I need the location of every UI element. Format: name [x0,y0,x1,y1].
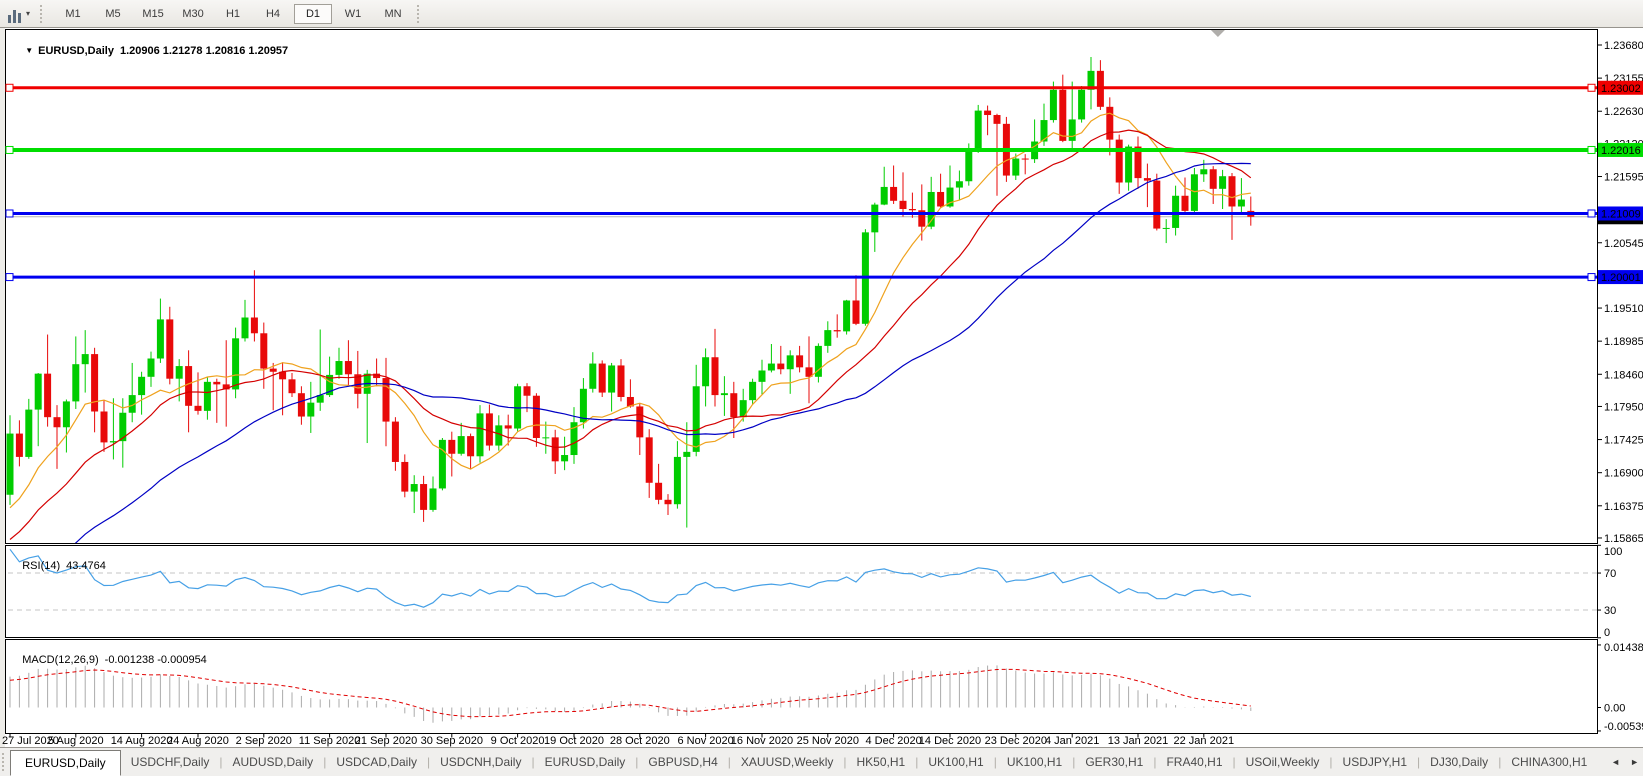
svg-text:1.17425: 1.17425 [1604,435,1643,447]
svg-text:5 Aug 2020: 5 Aug 2020 [48,735,104,747]
svg-text:1.15865: 1.15865 [1604,533,1643,545]
main-chart-panel [6,30,1598,544]
svg-text:1.18985: 1.18985 [1604,336,1643,348]
hline-price-label-1.23002: 1.23002 [1598,81,1643,95]
svg-text:28 Oct 2020: 28 Oct 2020 [610,735,670,747]
hline-handle-left[interactable] [6,146,13,153]
svg-text:30 Sep 2020: 30 Sep 2020 [421,735,483,747]
macd-indicator-label: MACD(12,26,9) -0.001238 -0.000954 [10,642,207,678]
svg-text:1.20001: 1.20001 [1601,272,1641,284]
hline-handle-right[interactable] [1588,84,1595,91]
chart-title: ▼ EURUSD,Daily 1.20906 1.21278 1.20816 1.2… [13,33,288,69]
tabbar-grip [2,753,10,771]
rsi-name: RSI(14) [22,560,60,572]
svg-text:19 Oct 2020: 19 Oct 2020 [544,735,604,747]
svg-text:1.20545: 1.20545 [1604,238,1643,250]
chart-tab-USDCAD-Daily[interactable]: USDCAD,Daily [326,750,427,774]
svg-text:11 Sep 2020: 11 Sep 2020 [299,735,361,747]
svg-text:1.21009: 1.21009 [1601,208,1641,220]
rsi-value: 43.4764 [66,560,106,572]
chart-tab-FRA40-H1[interactable]: FRA40,H1 [1156,750,1232,774]
svg-text:-0.005396: -0.005396 [1604,721,1643,733]
hline-price-label-1.21009: 1.21009 [1598,206,1643,220]
svg-text:6 Nov 2020: 6 Nov 2020 [677,735,733,747]
tab-scroll-left-icon[interactable]: ◄ [1611,757,1620,767]
chart-menu-triangle-icon[interactable]: ▼ [25,46,33,55]
svg-text:1.18460: 1.18460 [1604,369,1643,381]
window-left-edge [0,28,5,747]
chart-tab-GER30-H1[interactable]: GER30,H1 [1075,750,1153,774]
svg-text:1.23680: 1.23680 [1604,40,1643,52]
chart-tab-EURUSD-Daily[interactable]: EURUSD,Daily [10,750,121,776]
rsi-indicator-label: RSI(14) 43.4764 [10,548,106,584]
svg-text:13 Jan 2021: 13 Jan 2021 [1108,735,1169,747]
hline-handle-right[interactable] [1588,210,1595,217]
hline-handle-left[interactable] [6,210,13,217]
hline-handle-left[interactable] [6,274,13,281]
svg-text:24 Aug 2020: 24 Aug 2020 [167,735,229,747]
chart-tab-EURUSD-Daily[interactable]: EURUSD,Daily [535,750,636,774]
svg-text:0: 0 [1604,627,1610,639]
chart-symbol-label: EURUSD,Daily [38,45,114,57]
chart-tab-USDCHF-Daily[interactable]: USDCHF,Daily [121,750,220,774]
svg-text:1.22016: 1.22016 [1601,145,1641,157]
hline-handle-right[interactable] [1588,274,1595,281]
svg-text:1.16375: 1.16375 [1604,501,1643,513]
svg-text:4 Jan 2021: 4 Jan 2021 [1045,735,1099,747]
chart-tab-HK50-H1[interactable]: HK50,H1 [846,750,915,774]
svg-text:30: 30 [1604,605,1616,617]
hline-handle-right[interactable] [1588,146,1595,153]
chart-tab-USOil-Weekly[interactable]: USOil,Weekly [1236,750,1330,774]
chart-tab-bar: EURUSD,DailyUSDCHF,Daily|AUDUSD,Daily|US… [0,747,1643,776]
macd-panel [6,640,1598,734]
svg-text:21 Sep 2020: 21 Sep 2020 [355,735,417,747]
chart-tab-GBPUSD-H4[interactable]: GBPUSD,H4 [638,750,727,774]
macd-name: MACD(12,26,9) [22,654,98,666]
chart-tab-DJ30-Daily[interactable]: DJ30,Daily [1420,750,1498,774]
svg-text:1.17950: 1.17950 [1604,401,1643,413]
svg-text:23 Dec 2020: 23 Dec 2020 [985,735,1047,747]
svg-text:0.014384: 0.014384 [1604,642,1643,654]
chart-canvas: 1.236801.231551.226301.221201.215951.205… [0,0,1643,776]
svg-text:2 Sep 2020: 2 Sep 2020 [236,735,292,747]
svg-text:25 Nov 2020: 25 Nov 2020 [797,735,859,747]
svg-text:1.22630: 1.22630 [1604,106,1643,118]
hline-price-label-1.22016: 1.22016 [1598,143,1643,157]
chart-tab-USDCNH-Daily[interactable]: USDCNH,Daily [430,750,531,774]
svg-text:4 Dec 2020: 4 Dec 2020 [865,735,921,747]
svg-text:1.19510: 1.19510 [1604,303,1643,315]
svg-text:16 Nov 2020: 16 Nov 2020 [731,735,793,747]
svg-text:1.16900: 1.16900 [1604,468,1643,480]
svg-text:22 Jan 2021: 22 Jan 2021 [1174,735,1235,747]
svg-text:1.21595: 1.21595 [1604,172,1643,184]
svg-text:0.00: 0.00 [1604,703,1625,715]
macd-axis: 0.014384 0.00 -0.005396 [1597,642,1643,733]
price-axis: 1.236801.231551.226301.221201.215951.205… [1597,40,1643,545]
chart-tab-CHINA300-H1[interactable]: CHINA300,H1 [1501,750,1595,774]
chart-tab-XAUUSD-Weekly[interactable]: XAUUSD,Weekly [731,750,843,774]
hline-price-label-1.20001: 1.20001 [1598,270,1643,284]
chart-tab-USDJPY-H1[interactable]: USDJPY,H1 [1333,750,1417,774]
svg-text:14 Dec 2020: 14 Dec 2020 [919,735,981,747]
macd-values: -0.001238 -0.000954 [105,654,207,666]
svg-text:9 Oct 2020: 9 Oct 2020 [491,735,545,747]
chart-tab-UK100-H1[interactable]: UK100,H1 [997,750,1072,774]
svg-text:14 Aug 2020: 14 Aug 2020 [111,735,173,747]
date-axis: 27 Jul 20205 Aug 202014 Aug 202024 Aug 2… [2,734,1234,748]
chart-tab-AUDUSD-Daily[interactable]: AUDUSD,Daily [223,750,324,774]
svg-text:100: 100 [1604,546,1622,558]
mt4-chart-window: ▾ M1M5M15M30H1H4D1W1MN 1.236801.231551.2… [0,0,1643,776]
rsi-panel [6,546,1598,638]
tab-strip: EURUSD,DailyUSDCHF,Daily|AUDUSD,Daily|US… [10,748,1595,776]
tab-scroll-right-icon[interactable]: ► [1630,757,1639,767]
rsi-axis: 100 70 30 0 [1597,545,1622,639]
hline-handle-left[interactable] [6,84,13,91]
svg-text:70: 70 [1604,568,1616,580]
chart-tab-UK100-H1[interactable]: UK100,H1 [918,750,993,774]
svg-text:1.23002: 1.23002 [1601,83,1641,95]
tab-scroll-arrows: ◄ ► [1601,748,1639,776]
chart-ohlc-values: 1.20906 1.21278 1.20816 1.20957 [120,45,288,57]
